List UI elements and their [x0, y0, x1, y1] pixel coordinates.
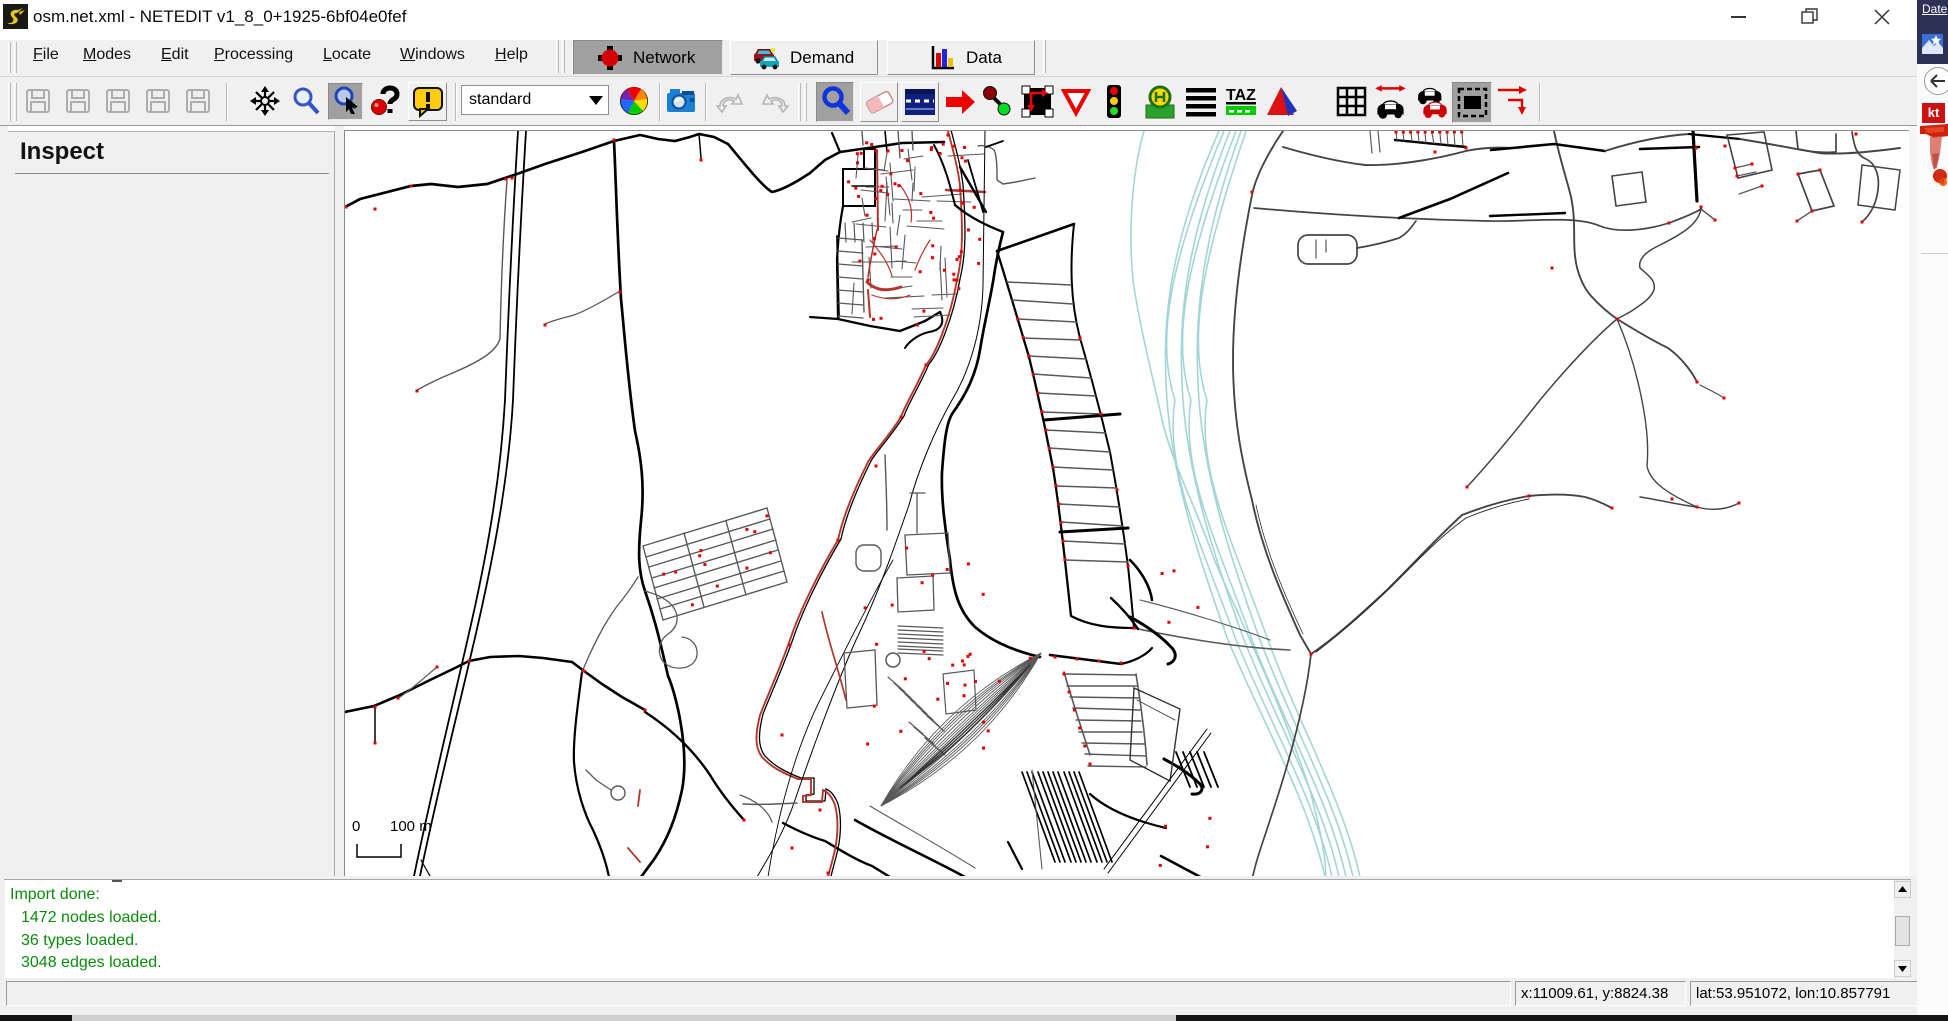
svg-text:TAZ: TAZ	[1226, 87, 1256, 104]
